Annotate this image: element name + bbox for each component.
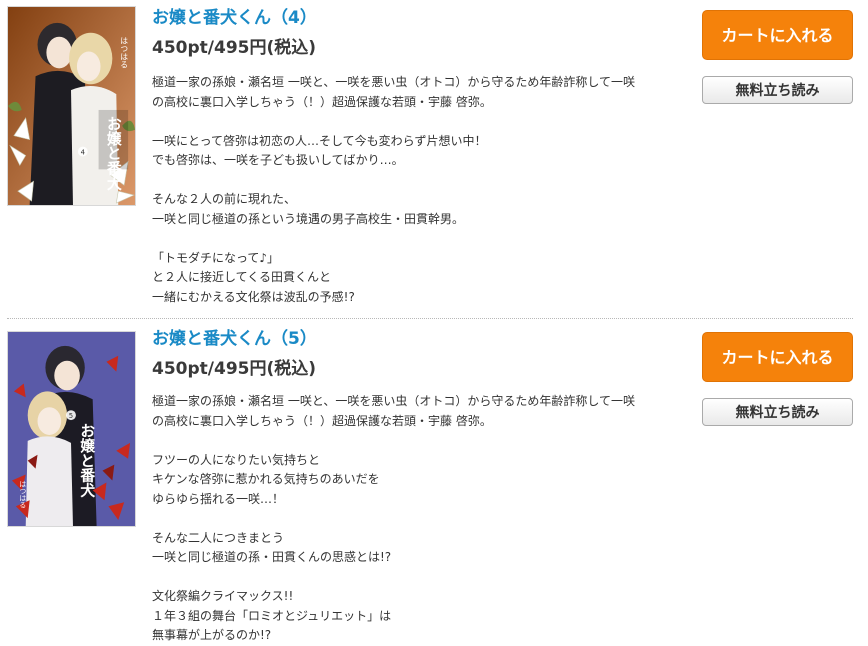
description-blank: [152, 112, 692, 132]
cover-image[interactable]: はつはる お嬢と番犬 4: [7, 6, 136, 206]
free-preview-button[interactable]: 無料立ち読み: [702, 76, 853, 104]
description-line: 極道一家の孫娘・瀬名垣 一咲と、一咲を悪い虫（オトコ）から守るため年齢詐称して一…: [152, 75, 635, 89]
description-line: 無事幕が上がるのか!?: [152, 628, 272, 642]
description-line: 一咲にとって啓弥は初恋の人…そして今も変わらず片想い中！: [152, 133, 487, 148]
description-line: キケンな啓弥に惹かれる気持ちのあいだを: [152, 472, 380, 486]
cover-volume-text: 4: [81, 148, 85, 156]
description-line: 一緒にむかえる文化祭は波乱の予感!?: [152, 289, 355, 304]
description-line: そんな二人につきまとう: [152, 530, 285, 545]
product-title-link[interactable]: お嬢と番犬くん（5）: [152, 328, 692, 350]
description-line: 一咲と同じ極道の孫という境遇の男子高校生・田貫幹男。: [152, 211, 465, 226]
product-description: 極道一家の孫娘・瀬名垣 一咲と、一咲を悪い虫（オトコ）から守るため年齢詐称して一…: [152, 392, 692, 646]
cover-image[interactable]: はつはる お嬢と番犬 5: [7, 331, 136, 527]
description-line: 文化祭編クライマックス!!: [152, 589, 294, 603]
description-blank: [152, 568, 692, 588]
description-line: の高校に裏口入学しちゃう（！）超過保護な若頭・宇藤 啓弥。: [152, 413, 492, 428]
cover-art-4: はつはる お嬢と番犬 4: [8, 7, 135, 205]
description-line: ゆらゆら揺れる一咲…！: [152, 491, 285, 506]
description-blank: [152, 171, 692, 191]
cover-series-text: お嬢と番犬: [105, 116, 122, 191]
description-blank: [152, 431, 692, 451]
product-price: 450pt/495円(税込): [152, 359, 317, 379]
product-description: 極道一家の孫娘・瀬名垣 一咲と、一咲を悪い虫（オトコ）から守るため年齢詐称して一…: [152, 73, 692, 307]
description-blank: [152, 509, 692, 529]
cover-art-5: はつはる お嬢と番犬 5: [8, 332, 135, 526]
product-item: はつはる お嬢と番犬 5 お嬢と番犬くん（5） 450pt/495円(税込) 極…: [0, 320, 868, 645]
description-blank: [152, 229, 692, 249]
add-to-cart-button[interactable]: カートに入れる: [702, 332, 853, 382]
item-divider: [7, 318, 853, 319]
description-line: 一咲と同じ極道の孫・田貫くんの思惑とは!?: [152, 550, 392, 564]
cover-volume-text: 5: [69, 412, 73, 420]
description-line: 極道一家の孫娘・瀬名垣 一咲と、一咲を悪い虫（オトコ）から守るため年齢詐称して一…: [152, 394, 635, 408]
cover-author-text: はつはる: [18, 480, 26, 508]
description-line: と２人に接近してくる田貫くんと: [152, 270, 332, 284]
add-to-cart-button[interactable]: カートに入れる: [702, 10, 853, 60]
description-line: でも啓弥は、一咲を子ども扱いしてばかり…。: [152, 153, 404, 167]
free-preview-button[interactable]: 無料立ち読み: [702, 398, 853, 426]
product-item: はつはる お嬢と番犬 4 お嬢と番犬くん（4） 450pt/495円(税込) 極…: [0, 0, 868, 318]
description-line: の高校に裏口入学しちゃう（！）超過保護な若頭・宇藤 啓弥。: [152, 94, 492, 109]
product-price: 450pt/495円(税込): [152, 38, 317, 58]
cover-author-text: はつはる: [120, 37, 129, 69]
description-line: 「トモダチになって♪」: [152, 250, 280, 265]
cover-series-text: お嬢と番犬: [78, 423, 95, 498]
product-info: お嬢と番犬くん（5） 450pt/495円(税込) 極道一家の孫娘・瀬名垣 一咲…: [152, 328, 692, 646]
description-line: そんな２人の前に現れた、: [152, 192, 297, 206]
description-line: １年３組の舞台「ロミオとジュリエット」は: [152, 608, 392, 623]
product-info: お嬢と番犬くん（4） 450pt/495円(税込) 極道一家の孫娘・瀬名垣 一咲…: [152, 7, 692, 307]
product-title-link[interactable]: お嬢と番犬くん（4）: [152, 7, 692, 29]
description-line: フツーの人になりたい気持ちと: [152, 452, 321, 467]
